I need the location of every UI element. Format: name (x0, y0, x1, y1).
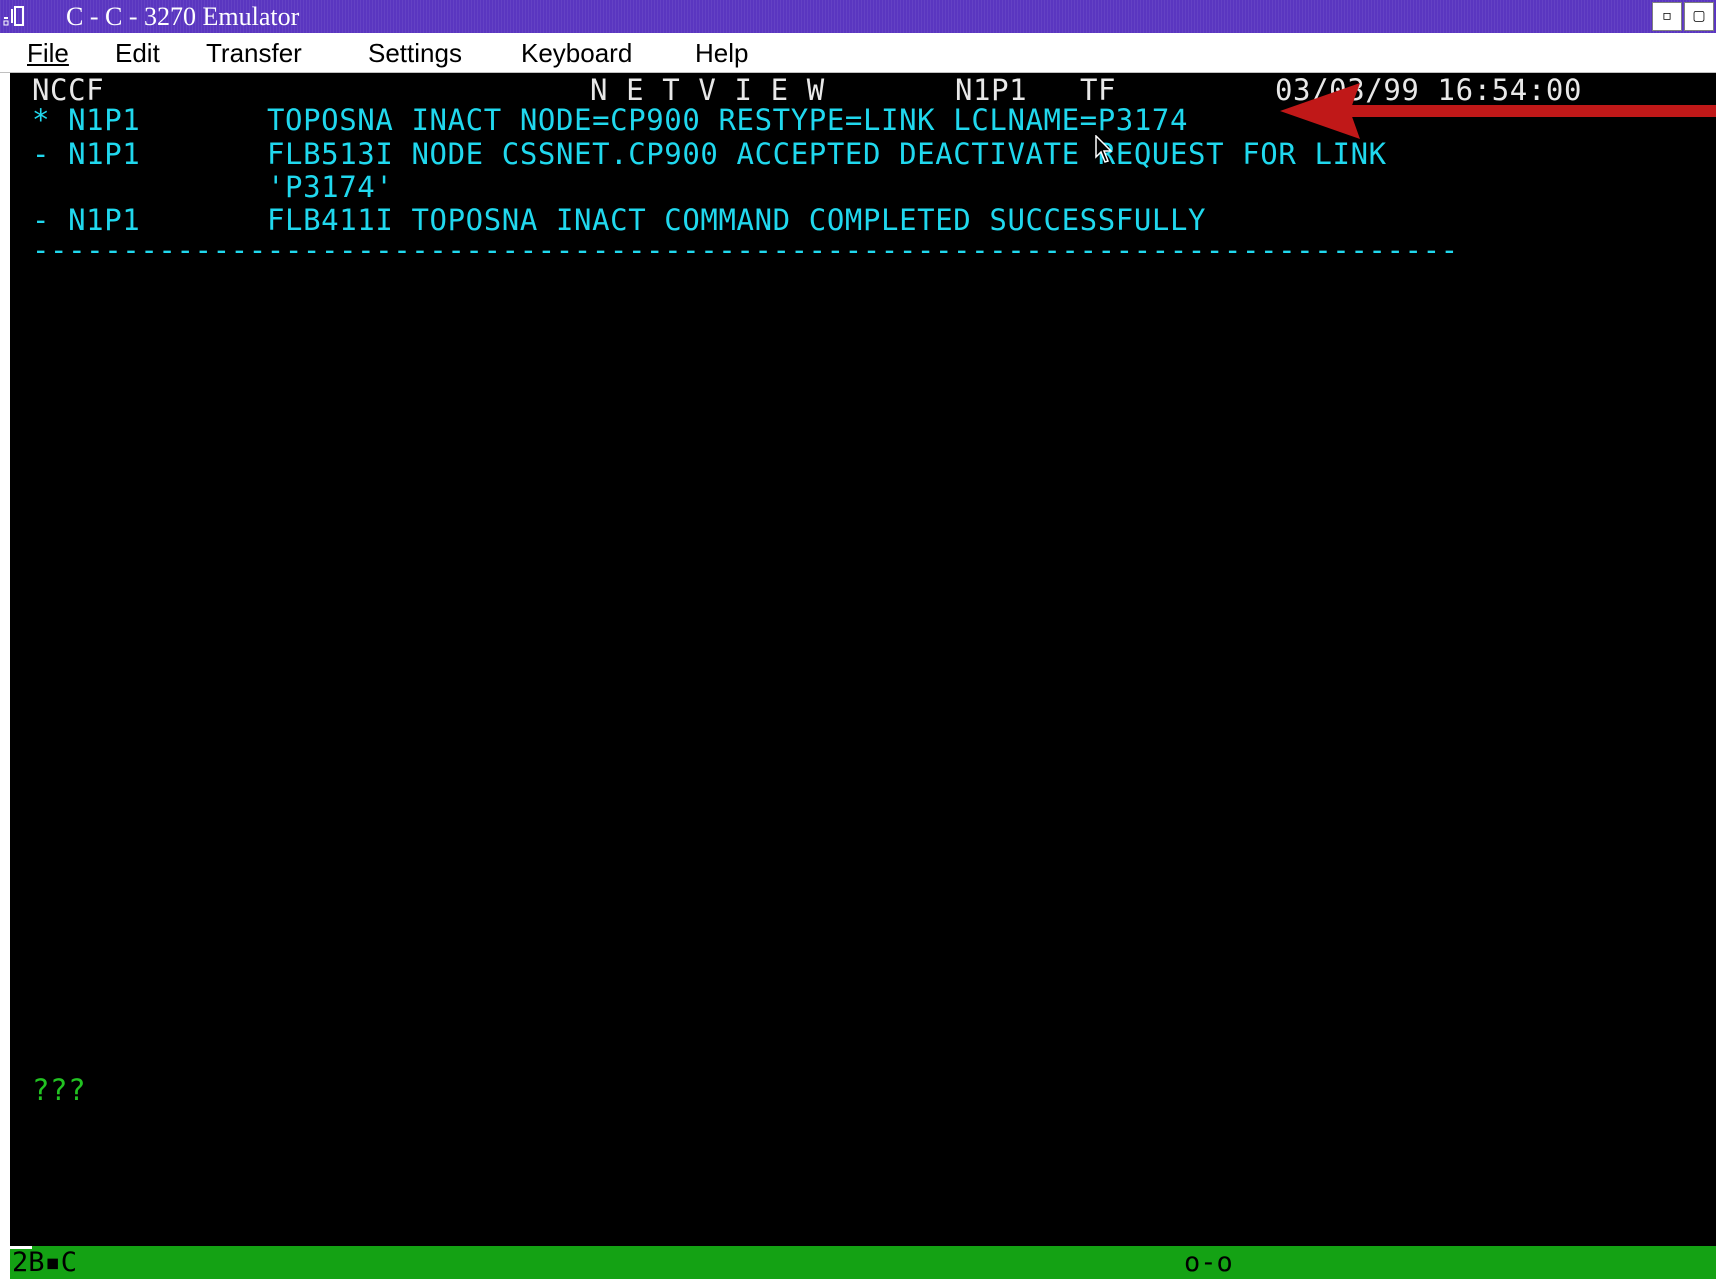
menu-file[interactable]: File (27, 33, 69, 73)
separator-line: ----------------------------------------… (32, 233, 1459, 267)
menu-edit-label: Edit (115, 38, 160, 68)
window-title: C - C - 3270 Emulator (66, 2, 300, 31)
minimize-button[interactable]: ▫ (1652, 2, 1682, 31)
header-mode: TF (1080, 73, 1117, 107)
menu-transfer[interactable]: Transfer (206, 33, 302, 73)
menu-keyboard-label: Keyboard (521, 38, 633, 68)
message-prefix: - N1P1 (32, 137, 141, 171)
command-prompt[interactable]: ??? (32, 1073, 86, 1107)
header-domain: N1P1 (955, 73, 1028, 107)
message-prefix: - N1P1 (32, 203, 141, 237)
mouse-pointer-icon (1095, 135, 1113, 163)
maximize-button[interactable]: ▢ (1684, 2, 1714, 31)
menu-help-label: Help (695, 38, 749, 68)
annotation-arrow-icon (1280, 83, 1716, 139)
3270-terminal-icon (3, 6, 24, 26)
system-menu-icon[interactable] (2, 3, 50, 31)
message-text: TOPOSNA INACT NODE=CP900 RESTYPE=LINK LC… (267, 103, 1189, 137)
menu-keyboard[interactable]: Keyboard (521, 33, 632, 73)
menu-bar: File Edit Transfer Settings Keyboard Hel… (0, 33, 1716, 73)
terminal-screen[interactable]: NCCF N E T V I E W N1P1 TF 03/03/99 16:5… (10, 73, 1716, 1246)
message-text: 'P3174' (267, 170, 394, 204)
message-text: FLB513I NODE CSSNET.CP900 ACCEPTED DEACT… (267, 137, 1387, 171)
menu-settings[interactable]: Settings (368, 33, 462, 73)
message-prefix: * N1P1 (32, 103, 141, 137)
menu-settings-label: Settings (368, 38, 462, 68)
header-app: NCCF (32, 73, 105, 107)
header-product: N E T V I E W (590, 73, 825, 107)
session-indicator: 2B▪C (12, 1247, 78, 1278)
title-bar[interactable]: C - C - 3270 Emulator ▫ ▢ (0, 0, 1716, 33)
menu-edit[interactable]: Edit (115, 33, 160, 73)
message-text: FLB411I TOPOSNA INACT COMMAND COMPLETED … (267, 203, 1207, 237)
menu-transfer-label: Transfer (206, 38, 302, 68)
menu-file-label: File (27, 38, 69, 68)
menu-help[interactable]: Help (695, 33, 748, 73)
status-bar: 2B▪C o-o (10, 1246, 1716, 1279)
connection-indicator: o-o (1184, 1247, 1233, 1278)
maximize-icon: ▢ (1692, 8, 1706, 24)
minimize-icon: ▫ (1662, 8, 1672, 24)
